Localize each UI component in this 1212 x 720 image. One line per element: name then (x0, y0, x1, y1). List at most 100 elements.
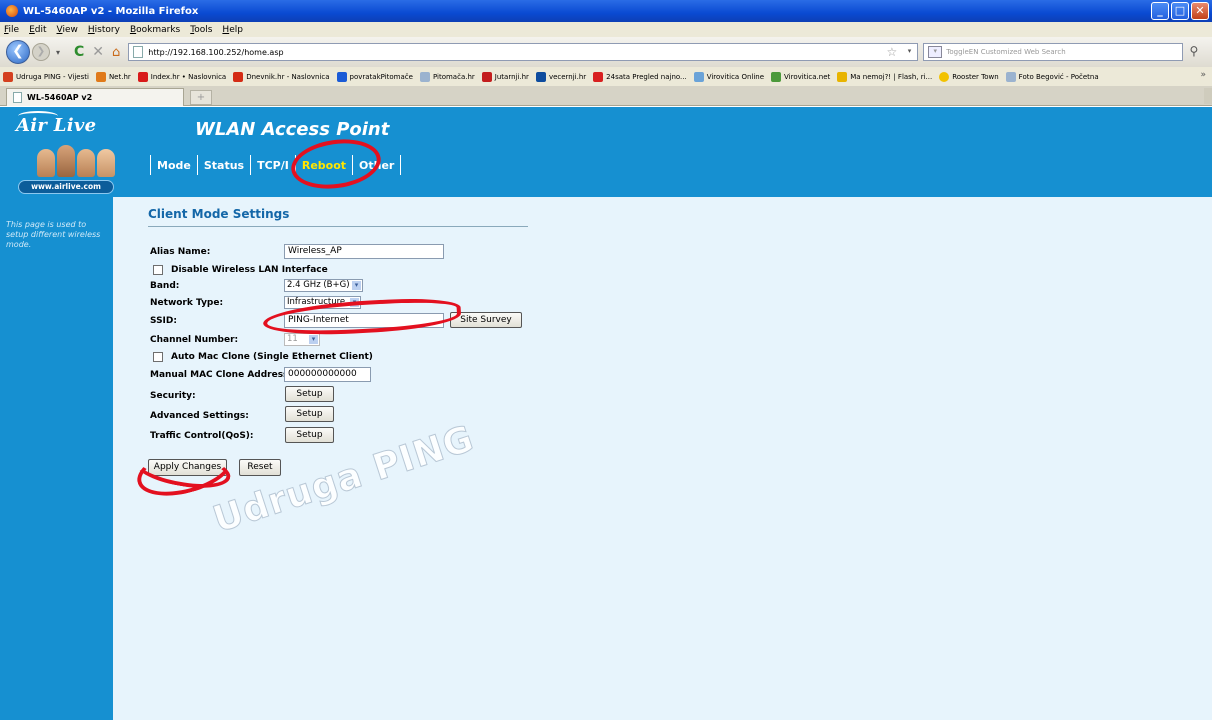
disable-wlan-checkbox[interactable] (153, 265, 163, 275)
bookmark-favicon (137, 71, 148, 82)
bookmark-item[interactable]: Virovitica Online (693, 71, 764, 82)
bookmark-item[interactable]: Pitomača.hr (419, 71, 475, 82)
bookmark-favicon (771, 71, 782, 82)
nav-tcpip[interactable]: TCP/I (250, 155, 295, 175)
menu-history[interactable]: History (88, 25, 120, 35)
bookmark-favicon (336, 71, 347, 82)
people-photo (28, 145, 124, 177)
bookmark-item[interactable]: vecernji.hr (535, 71, 586, 82)
stop-icon[interactable]: ✕ (92, 44, 104, 60)
tab-label: WL-5460AP v2 (27, 93, 93, 102)
bookmark-star-icon[interactable]: ☆ (887, 45, 898, 59)
bookmark-favicon (481, 71, 492, 82)
network-type-label: Network Type: (150, 298, 224, 308)
reload-icon[interactable]: C (74, 44, 84, 60)
bookmark-favicon (593, 71, 604, 82)
website-badge[interactable]: www.airlive.com (18, 180, 114, 194)
page-content: Air Live www.airlive.com WLAN Access Poi… (0, 107, 1212, 720)
bookmark-favicon (1005, 71, 1016, 82)
minimize-button[interactable]: _ (1151, 2, 1169, 20)
disable-wlan-label: Disable Wireless LAN Interface (171, 265, 328, 275)
back-button[interactable]: ❮ (6, 40, 30, 64)
search-icon[interactable]: ⚲ (1190, 44, 1199, 58)
sidebar-help-text: This page is used to setup different wir… (6, 220, 101, 249)
bookmark-favicon (3, 71, 13, 82)
page-header-title: WLAN Access Point (195, 119, 390, 140)
page-icon (13, 92, 22, 103)
tab-list-icon[interactable] (1204, 88, 1212, 104)
menu-bar: File Edit View History Bookmarks Tools H… (0, 22, 1212, 37)
menu-file[interactable]: File (4, 25, 19, 35)
tab-bar: WL-5460AP v2 + (0, 86, 1212, 106)
menu-edit[interactable]: Edit (29, 25, 46, 35)
bookmark-item[interactable]: Udruga PING - Vijesti (3, 71, 89, 82)
bookmark-item[interactable]: Dnevnik.hr - Naslovnica (233, 71, 330, 82)
bookmark-item[interactable]: Virovitica.net (771, 71, 830, 82)
band-label: Band: (150, 281, 180, 291)
bookmarks-toolbar: Udruga PING - Vijesti Net.hr Index.hr • … (0, 67, 1212, 86)
manual-mac-label: Manual MAC Clone Address: (150, 370, 293, 380)
home-icon[interactable]: ⌂ (112, 45, 120, 60)
search-placeholder: ToggleEN Customized Web Search (946, 48, 1066, 56)
channel-select[interactable]: 11 ▾ (284, 333, 320, 346)
bookmark-favicon (95, 71, 106, 82)
navigation-toolbar: ❮ ❯ ▾ C ✕ ⌂ http://192.168.100.252/home.… (0, 37, 1212, 67)
menu-tools[interactable]: Tools (190, 25, 212, 35)
bookmark-item[interactable]: 24sata Pregled najno... (593, 71, 687, 82)
traffic-setup-button[interactable]: Setup (285, 427, 334, 443)
search-input[interactable]: ▾ ToggleEN Customized Web Search ⚲ (923, 43, 1198, 61)
bookmarks-overflow-icon[interactable]: » (1200, 70, 1206, 80)
menu-bookmarks[interactable]: Bookmarks (130, 25, 180, 35)
bookmark-favicon (939, 71, 950, 82)
security-label: Security: (150, 391, 196, 401)
url-text: http://192.168.100.252/home.asp (148, 47, 284, 57)
advanced-settings-label: Advanced Settings: (150, 411, 249, 421)
alias-label: Alias Name: (150, 247, 211, 257)
browser-window: WL-5460AP v2 - Mozilla Firefox _ □ ✕ Fil… (0, 0, 1212, 720)
search-engine-icon[interactable]: ▾ (928, 46, 943, 58)
bookmark-favicon (837, 71, 848, 82)
bookmark-item[interactable]: Rooster Town (939, 71, 999, 82)
traffic-control-label: Traffic Control(QoS): (150, 431, 254, 441)
maximize-button[interactable]: □ (1171, 2, 1189, 20)
url-bar[interactable]: http://192.168.100.252/home.asp ☆ ▾ (128, 43, 919, 61)
bookmark-item[interactable]: Jutarnji.hr (481, 71, 529, 82)
auto-mac-clone-label: Auto Mac Clone (Single Ethernet Client) (171, 352, 373, 362)
divider (148, 226, 528, 227)
bookmark-item[interactable]: povratakPitomače (336, 71, 413, 82)
band-select[interactable]: 2.4 GHz (B+G) ▾ (284, 279, 363, 292)
new-tab-button[interactable]: + (190, 90, 212, 105)
auto-mac-clone-checkbox[interactable] (153, 352, 163, 362)
sidebar: This page is used to setup different wir… (0, 197, 113, 720)
bookmark-favicon (419, 71, 430, 82)
title-bar: WL-5460AP v2 - Mozilla Firefox _ □ ✕ (0, 0, 1212, 22)
router-header: Air Live www.airlive.com WLAN Access Poi… (0, 107, 1212, 197)
bookmark-item[interactable]: Net.hr (95, 71, 131, 82)
menu-view[interactable]: View (57, 25, 78, 35)
reset-button[interactable]: Reset (239, 459, 281, 476)
advanced-setup-button[interactable]: Setup (285, 406, 334, 422)
bookmark-item[interactable]: Ma nemoj?! | Flash, ri... (837, 71, 932, 82)
manual-mac-input[interactable]: 000000000000 (284, 367, 371, 382)
alias-input[interactable]: Wireless_AP (284, 244, 444, 259)
bookmark-favicon (693, 71, 704, 82)
page-icon (133, 46, 144, 58)
bookmark-item[interactable]: Foto Begović - Početna (1005, 71, 1099, 82)
chevron-down-icon: ▾ (309, 335, 318, 344)
window-title: WL-5460AP v2 - Mozilla Firefox (23, 5, 199, 17)
bookmark-favicon (233, 71, 244, 82)
nav-mode[interactable]: Mode (150, 155, 197, 175)
browser-tab[interactable]: WL-5460AP v2 (6, 88, 184, 106)
bookmark-favicon (535, 71, 546, 82)
page-title: Client Mode Settings (148, 207, 290, 221)
forward-button[interactable]: ❯ (32, 43, 50, 61)
airlive-logo: Air Live www.airlive.com (16, 111, 124, 194)
nav-status[interactable]: Status (196, 155, 250, 175)
channel-label: Channel Number: (150, 335, 239, 345)
bookmark-item[interactable]: Index.hr • Naslovnica (137, 71, 226, 82)
menu-help[interactable]: Help (222, 25, 243, 35)
security-setup-button[interactable]: Setup (285, 386, 334, 402)
close-window-button[interactable]: ✕ (1191, 2, 1209, 20)
history-dropdown-icon[interactable]: ▾ (56, 48, 60, 57)
url-dropdown-icon[interactable]: ▾ (908, 47, 912, 55)
